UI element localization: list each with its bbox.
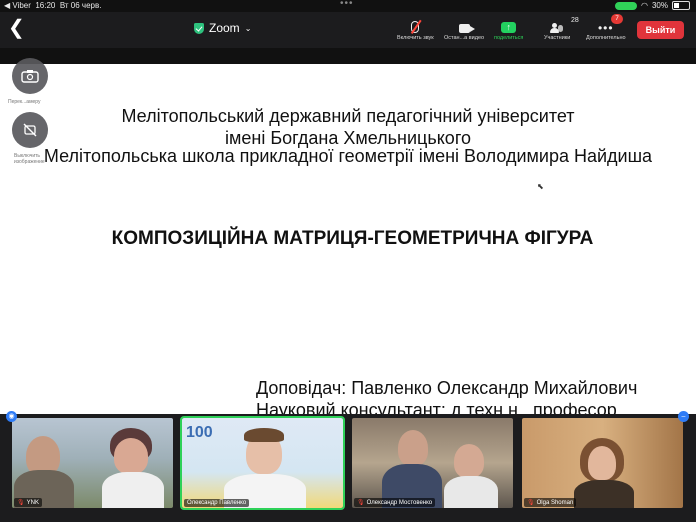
participant-body — [444, 476, 498, 508]
status-date: Вт 06 черв. — [59, 1, 102, 10]
university-name: Мелітопольський державний педагогічний у… — [121, 106, 575, 126]
cursor-icon: ⬉ — [537, 182, 544, 191]
participant-name: 🎙 YNK — [14, 498, 42, 507]
more-label: Дополнительно — [586, 35, 626, 41]
video-off-icon — [23, 123, 37, 137]
camera-indicator-icon — [615, 1, 637, 10]
toolbar-divider — [0, 48, 696, 64]
meeting-title: Zoom — [209, 21, 240, 35]
multitask-dots-icon[interactable]: ••• — [340, 0, 354, 9]
participant-name: Олександр Павленко — [184, 499, 250, 507]
switch-camera-button[interactable] — [12, 58, 48, 94]
participants-button[interactable]: 28 Участники — [544, 17, 579, 41]
stop-video-label: Остан...а видео — [444, 35, 485, 41]
status-left: ◀ Viber 16:20 Вт 06 черв. — [4, 1, 101, 10]
shield-icon — [194, 22, 204, 34]
battery-percent: 30% — [651, 1, 668, 10]
more-dots-icon: ••• — [597, 21, 614, 35]
participant-face — [454, 444, 484, 478]
status-bar: ◀ Viber 16:20 Вт 06 черв. ••• ◠ 30% — [0, 0, 696, 12]
status-right: ◠ 30% — [615, 1, 690, 10]
consultant-line: Науковий консультант: д.техн.н., професо… — [256, 400, 617, 414]
left-page-icon[interactable]: ◉ — [6, 411, 17, 422]
mic-muted-icon — [411, 21, 420, 33]
switch-camera-label: Перек...амеру — [8, 99, 41, 105]
speaker-line: Доповідач: Павленко Олександр Михайлович — [256, 378, 638, 398]
participant-face — [588, 446, 616, 480]
meeting-title-dropdown[interactable]: Zoom ⌄ — [194, 21, 251, 35]
stop-video-button[interactable]: Остан...а видео — [444, 17, 484, 41]
video-camera-icon — [458, 24, 475, 33]
slide-title: КОМПОЗИЦІЙНА МАТРИЦЯ-ГЕОМЕТРИЧНА ФІГУРА — [111, 228, 594, 249]
school-name: Мелітопольська школа прикладної геометрі… — [43, 146, 653, 166]
participants-count: 28 — [571, 17, 579, 24]
right-page-icon[interactable]: – — [678, 411, 689, 422]
camera-switch-icon — [21, 70, 39, 83]
participant-tile[interactable]: 🎙 Олександр Мостовенко — [352, 418, 513, 508]
participant-hair — [244, 428, 284, 442]
participants-icon — [550, 23, 564, 33]
shared-screen: Мелітопольський державний педагогічний у… — [0, 64, 696, 414]
participant-face — [114, 438, 148, 474]
participant-face — [398, 430, 428, 466]
chevron-down-icon: ⌄ — [244, 23, 252, 33]
participants-label: Участники — [544, 35, 571, 41]
carrier-back-link[interactable]: ◀ Viber — [4, 1, 31, 10]
participant-body — [574, 480, 634, 508]
mic-muted-icon: 🎙 — [17, 500, 25, 506]
hide-video-button[interactable] — [12, 112, 48, 148]
participant-body — [102, 472, 164, 508]
mic-muted-icon: 🎙 — [527, 500, 535, 506]
leave-button[interactable]: Выйти — [637, 21, 684, 39]
participant-tile[interactable]: 🎙 YNK — [12, 418, 173, 508]
unmute-label: Включить звук — [397, 35, 434, 41]
status-time: 16:20 — [35, 1, 56, 10]
share-arrow-icon: ↑ — [501, 22, 517, 33]
participant-name: 🎙 Олександр Мостовенко — [354, 498, 436, 507]
participant-tile-active[interactable]: 100 Олександр Павленко — [180, 416, 345, 510]
logo-100-icon: 100 — [186, 424, 213, 441]
zoom-toolbar: ❮ Zoom ⌄ Включить звук Остан...а видео ↑… — [0, 12, 696, 48]
wifi-icon: ◠ — [641, 1, 648, 10]
mic-muted-icon: 🎙 — [357, 500, 365, 506]
participant-tile[interactable]: 🎙 Olga Shoman — [522, 418, 683, 508]
more-badge: 7 — [611, 14, 623, 24]
back-chevron-icon[interactable]: ❮ — [8, 16, 25, 40]
share-label: поделиться — [494, 35, 524, 41]
share-button[interactable]: ↑ поделиться — [494, 17, 523, 41]
battery-icon — [672, 1, 690, 10]
participant-strip: 🎙 YNK 100 Олександр Павленко 🎙 Олександр М… — [0, 414, 696, 522]
hide-video-label: Выключить изображение — [14, 153, 45, 165]
participant-name: 🎙 Olga Shoman — [524, 498, 577, 507]
unmute-button[interactable]: Включить звук — [397, 17, 434, 41]
